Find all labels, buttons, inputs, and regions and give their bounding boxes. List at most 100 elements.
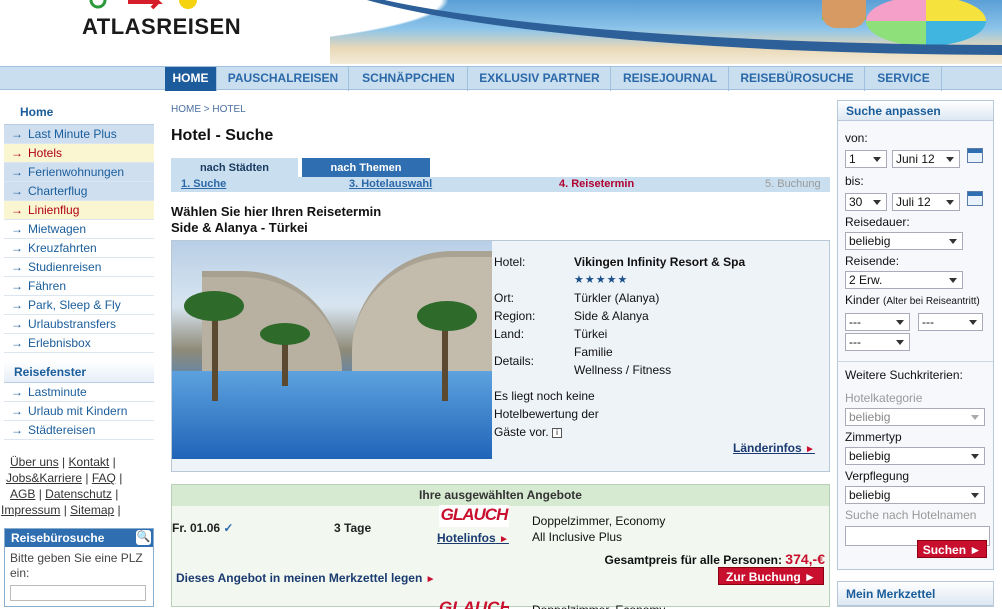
tab-nach-themen[interactable]: nach Themen [302,158,430,178]
sidebar-item-studienreisen[interactable]: → Studienreisen [4,258,154,277]
add-to-merkzettel-link[interactable]: Dieses Angebot in meinen Merkzettel lege… [176,571,436,585]
offer-room-type: Doppelzimmer, Economy [532,514,666,528]
sidebar-item-kreuzfahrten[interactable]: → Kreuzfahrten [4,239,154,258]
calendar-icon[interactable] [967,191,983,206]
merkzettel-panel: Mein Merkzettel [837,581,994,607]
fact-ort: Ort: Türkler (Alanya) [494,289,824,307]
bis-label: bis: [845,174,864,188]
zimmertyp-select[interactable]: beliebig [845,447,985,465]
sidebar-item-staedtereisen[interactable]: → Städtereisen [4,421,154,440]
sidebar-item-faehren[interactable]: → Fähren [4,277,154,296]
hotel-photo[interactable] [172,241,492,459]
laenderinfos-link[interactable]: Länderinfos ► [733,441,815,455]
link-jobs-karriere[interactable]: Jobs&Karriere [6,471,82,485]
bis-month-select[interactable]: Juli 12 [892,193,960,211]
link-datenschutz[interactable]: Datenschutz [45,487,112,501]
sidebar-item-label: Urlaubstransfers [28,317,117,331]
hotel-detail-wellness: Wellness / Fitness [574,363,672,377]
photo-palm [212,311,218,401]
info-icon[interactable]: i [552,427,563,438]
sidebar-item-linienflug[interactable]: → Linienflug [4,201,154,220]
nav-service[interactable]: SERVICE [866,67,942,91]
step-hotelauswahl[interactable]: 3. Hotelauswahl [349,178,432,190]
nav-pauschalreisen[interactable]: PAUSCHALREISEN [218,67,349,91]
link-agb[interactable]: AGB [10,487,35,501]
nav-reisebuerosuche[interactable]: REISEBÜROSUCHE [730,67,865,91]
left-sidebar: Home → Last Minute Plus → Hotels → Ferienwo… [1,100,154,518]
sidebar-item-mietwagen[interactable]: → Mietwagen [4,220,154,239]
reisedauer-select[interactable]: beliebig [845,232,963,250]
sidebar-item-charterflug[interactable]: → Charterflug [4,182,154,201]
fact-label: Details: [494,354,535,368]
kinder-age-select-2[interactable]: --- [918,313,983,331]
plz-input[interactable] [10,585,146,601]
sidebar-item-label: Erlebnisbox [28,336,91,350]
fact-hotel: Hotel: Vikingen Infinity Resort & Spa [494,253,824,271]
sidebar-item-ferienwohnungen[interactable]: → Ferienwohnungen [4,163,154,182]
sidebar-home-link[interactable]: Home [4,100,154,124]
offer-total-price: Gesamtpreis für alle Personen: 374,-€ [605,551,825,567]
hotelkategorie-select[interactable]: beliebig [845,408,985,426]
search-icon[interactable]: 🔍 [136,530,151,545]
total-price-label: Gesamtpreis für alle Personen: [604,553,782,567]
separator: | [112,455,116,469]
hotelinfos-link[interactable]: Hotelinfos ► [437,531,509,545]
sidebar-item-lastminute[interactable]: → Lastminute [4,383,154,402]
calendar-icon[interactable] [967,148,983,163]
link-impressum[interactable]: Impressum [1,503,60,517]
arrow-right-icon: → [11,184,23,198]
kinder-age-select-1[interactable]: --- [845,313,910,331]
zur-buchung-button[interactable]: Zur Buchung ► [718,567,824,585]
verpflegung-label: Verpflegung [845,469,910,483]
atlasreisen-logo[interactable]: ATLASREISEN [82,14,241,40]
fact-label: Hotel: [494,255,526,269]
search-adjust-body: von: 1 Juni 12 bis: 30 Juli 12 Reisedaue… [838,121,993,552]
von-day-select[interactable]: 1 [845,150,887,168]
kinder-age-select-3[interactable]: --- [845,333,910,351]
hotel-land: Türkei [574,327,608,341]
sidebar-item-last-minute-plus[interactable]: → Last Minute Plus [4,125,154,144]
nav-home[interactable]: HOME [165,67,217,91]
nav-exklusiv-partner[interactable]: EXKLUSIV PARTNER [469,67,611,91]
verpflegung-select[interactable]: beliebig [845,486,985,504]
von-label: von: [845,131,868,145]
hotel-star-rating-icon: ★★★★★ [574,274,629,286]
link-kontakt[interactable]: Kontakt [69,455,110,469]
step-reisetermin: 4. Reisetermin [559,178,635,190]
separator: | [115,487,119,501]
progress-steps: 1. Suche 3. Hotelauswahl 4. Reisetermin … [171,177,830,192]
arrow-right-icon: ► [805,444,815,455]
step-buchung: 5. Buchung [765,178,821,190]
step-suche[interactable]: 1. Suche [181,178,226,190]
headline-destination: Side & Alanya - Türkei [171,220,308,235]
link-faq[interactable]: FAQ [92,471,116,485]
sidebar-item-urlaubstransfers[interactable]: → Urlaubstransfers [4,315,154,334]
link-sitemap[interactable]: Sitemap [70,503,114,517]
reisende-select[interactable]: 2 Erw. [845,271,963,289]
separator: | [117,503,121,517]
offer-room-info: Doppelzimmer, Economy All Inclusive Plus [532,513,665,545]
sidebar-item-erlebnisbox[interactable]: → Erlebnisbox [4,334,154,353]
laenderinfos-label: Länderinfos [733,441,802,455]
glauch-logo-second: GLAUCH [439,599,509,609]
nav-reisejournal[interactable]: REISEJOURNAL [612,67,729,91]
page-title: Hotel - Suche [171,127,274,144]
tab-nach-staedten[interactable]: nach Städten [171,158,298,178]
sidebar-item-park-sleep-fly[interactable]: → Park, Sleep & Fly [4,296,154,315]
fact-label: Region: [494,309,536,323]
breadcrumb[interactable]: HOME > HOTEL [166,100,832,119]
arrow-right-icon: → [11,146,23,160]
arrow-right-icon: → [11,404,23,418]
merkzettel-heading[interactable]: Mein Merkzettel [838,582,993,606]
sidebar-item-urlaub-mit-kindern[interactable]: → Urlaub mit Kindern [4,402,154,421]
nav-schnaeppchen[interactable]: SCHNÄPPCHEN [350,67,468,91]
von-month-select[interactable]: Juni 12 [892,150,960,168]
zimmertyp-label: Zimmertyp [845,430,902,444]
sidebar-item-label: Mietwagen [28,222,87,236]
link-ueber-uns[interactable]: Über uns [10,455,59,469]
bis-day-select[interactable]: 30 [845,193,887,211]
suchen-button[interactable]: Suchen ► [917,540,987,558]
headline-reisetermin: Wählen Sie hier Ihren Reisetermin [171,204,382,219]
search-adjust-panel: Suche anpassen von: 1 Juni 12 bis: 30 Ju… [837,100,994,570]
sidebar-item-hotels[interactable]: → Hotels [4,144,154,163]
